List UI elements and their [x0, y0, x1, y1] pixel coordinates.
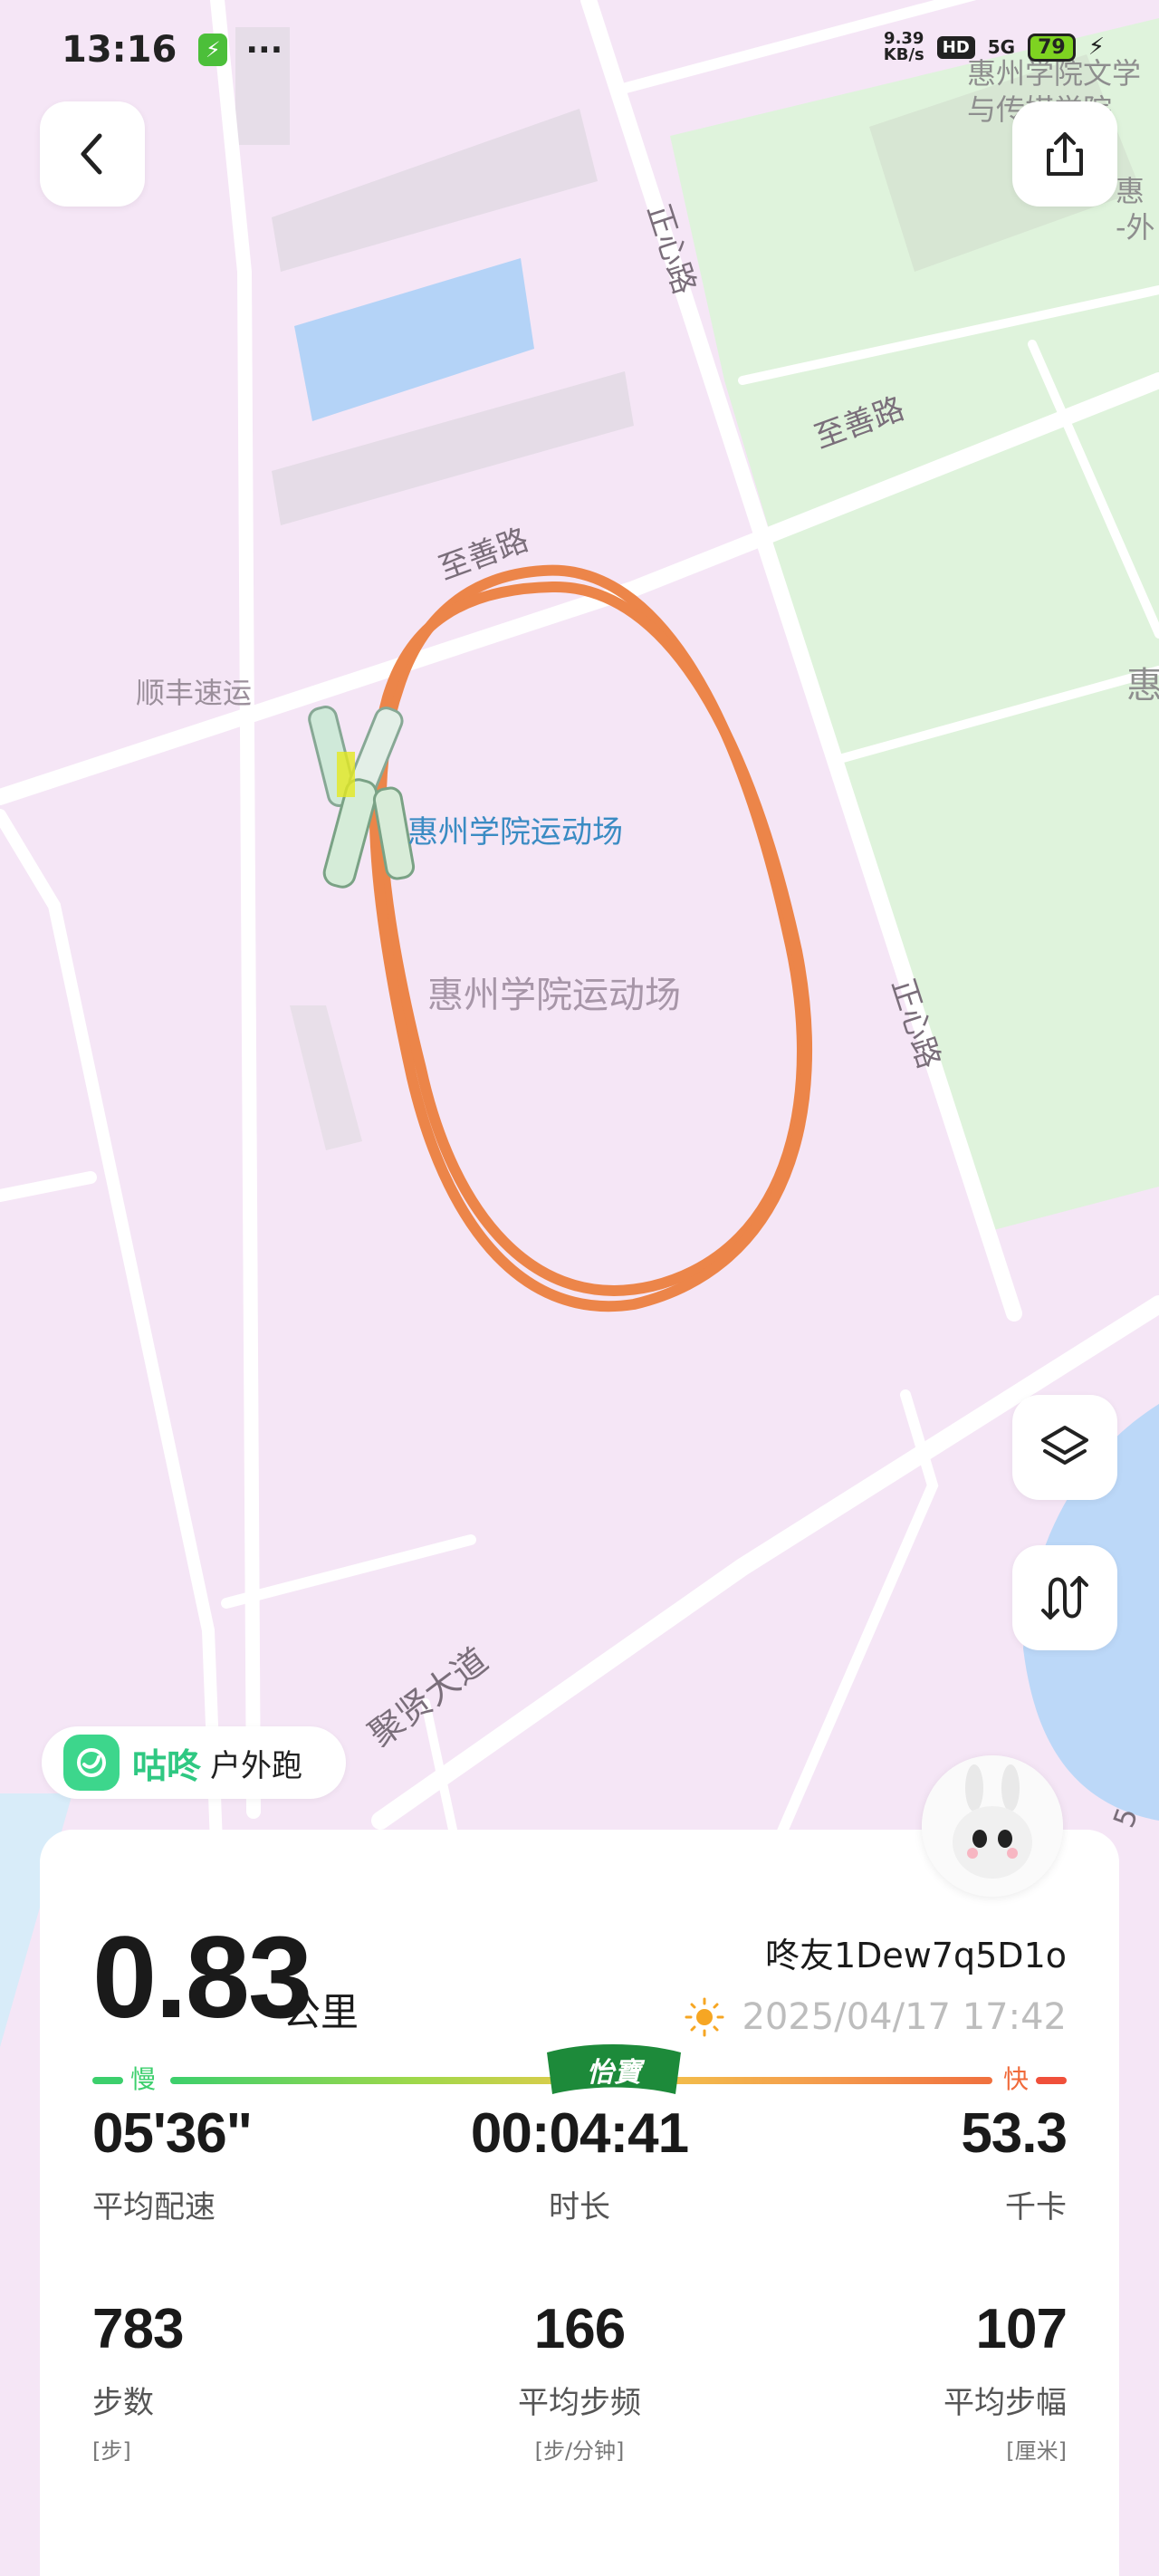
stat-label: 步数: [92, 2385, 154, 2421]
avatar[interactable]: [922, 1755, 1063, 1897]
stat-steps: 783 步数 [步]: [92, 2297, 184, 2465]
sponsor-logo: 怡寶: [547, 2044, 681, 2094]
battery-icon: 79: [1028, 33, 1076, 62]
stat-unit: [步/分钟]: [534, 2438, 625, 2464]
stat-label: 平均步幅: [943, 2385, 1067, 2421]
app-notification-icon: ⚡: [198, 34, 228, 66]
codoon-logo-icon: [63, 1735, 120, 1791]
map-label-edge: 惠: [1116, 174, 1145, 208]
brand-name: 咕咚: [132, 1747, 202, 1786]
share-icon: [1047, 132, 1083, 176]
pace-fast-label: 快: [1002, 2064, 1029, 2094]
hd-badge: HD: [936, 35, 975, 59]
pace-bar-start: [92, 2077, 123, 2084]
route-button[interactable]: [1012, 1545, 1117, 1650]
route-icon: [1041, 1576, 1088, 1620]
back-button[interactable]: [40, 101, 145, 207]
stat-value: 53.3: [961, 2102, 1068, 2165]
net-speed-unit: KB/s: [883, 45, 924, 64]
stat-cadence: 166 平均步频 [步/分钟]: [420, 2297, 739, 2465]
stat-value: 05'36": [92, 2102, 253, 2165]
stat-label: 平均配速: [92, 2189, 216, 2225]
stat-label: 平均步频: [518, 2385, 641, 2421]
avatar-image: [922, 1755, 1063, 1897]
brand-badge: 咕咚 户外跑: [42, 1726, 346, 1799]
stat-unit: [厘米]: [1006, 2438, 1067, 2464]
distance-unit: 公里: [283, 1990, 359, 2034]
pace-bar-end: [1036, 2077, 1067, 2084]
pace-slow-label: 慢: [130, 2064, 157, 2094]
stat-duration: 00:04:41 时长: [420, 2101, 739, 2226]
stat-calories: 53.3 千卡: [961, 2101, 1068, 2226]
user-name: 咚友1Dew7q5D1o: [764, 1936, 1067, 1975]
stat-unit: [步]: [92, 2438, 131, 2464]
status-right-group: 9.39 KB/s HD 5G 79 ⚡: [884, 31, 1105, 63]
map-label-edge: -外: [1116, 210, 1155, 245]
stat-avg-pace: 05'36" 平均配速: [92, 2101, 253, 2226]
stat-label: 千卡: [1005, 2189, 1067, 2225]
activity-type: 户外跑: [210, 1747, 303, 1784]
stat-value: 783: [92, 2298, 184, 2360]
layers-icon: [1041, 1426, 1088, 1465]
net-speed: 9.39 KB/s: [884, 31, 924, 63]
status-bar: 13:16 ⚡ ··· 9.39 KB/s HD 5G 79 ⚡: [0, 0, 1159, 100]
distance-value: 0.83: [92, 1913, 312, 2043]
share-button[interactable]: [1012, 101, 1117, 207]
map-label-stadium-pin: 惠州学院运动场: [407, 814, 623, 851]
map-label-stadium-area: 惠州学院运动场: [427, 975, 681, 1016]
summary-card: 0.83 公里 咚友1Dew7q5D1o 2025/04/17 17:42 慢 …: [40, 1830, 1119, 2576]
signal-icon: 5G: [987, 36, 1016, 58]
sponsor-name: 怡寶: [587, 2057, 646, 2089]
stat-value: 107: [975, 2298, 1068, 2360]
date-row: 2025/04/17 17:42: [684, 1996, 1067, 2038]
pace-bar: 慢 快 怡寶: [92, 2044, 1067, 2098]
map-label-edge: 惠: [1126, 665, 1159, 706]
stat-value: 00:04:41: [470, 2102, 689, 2165]
stat-value: 166: [533, 2298, 626, 2360]
status-time: 13:16: [62, 29, 177, 71]
activity-datetime: 2025/04/17 17:42: [742, 1996, 1067, 2038]
status-more-icon: ···: [245, 31, 283, 69]
sun-icon: [685, 1997, 724, 2037]
layers-button[interactable]: [1012, 1395, 1117, 1500]
stat-stride: 107 平均步幅 [厘米]: [943, 2297, 1068, 2465]
map-label-poi: 顺丰速运: [136, 676, 252, 710]
stat-label: 时长: [549, 2189, 610, 2225]
chevron-left-icon: [81, 133, 102, 175]
charging-icon: ⚡: [1087, 34, 1105, 61]
